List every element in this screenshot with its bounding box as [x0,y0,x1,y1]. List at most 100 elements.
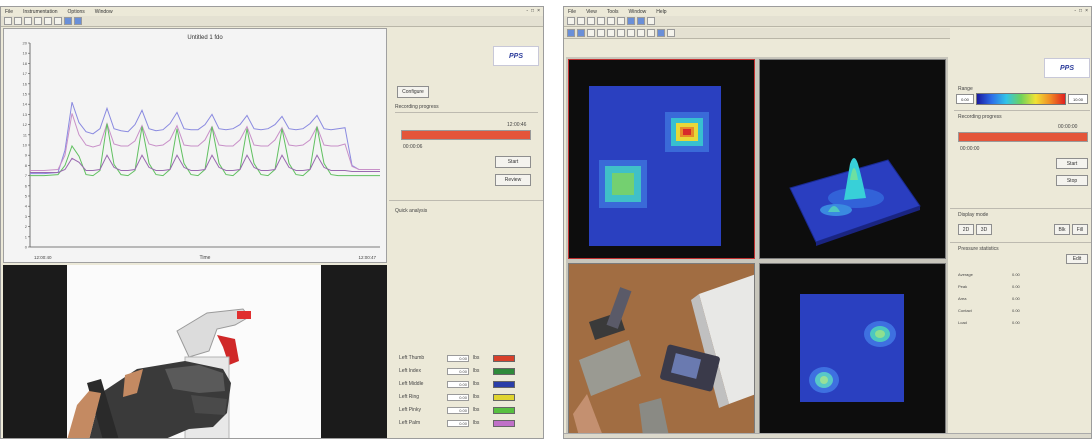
grid-icon[interactable] [627,29,635,37]
sensor-icon[interactable] [567,29,575,37]
block-button[interactable]: Blk [1054,224,1070,235]
maximize-button[interactable]: □ [1079,8,1082,14]
x-end-label: 12:00:47 [358,255,376,260]
progress-value: 12:00:46 [507,122,527,128]
left-sidebar: PPS Configure Recording progress 12:00:4… [389,28,543,438]
range-max-input[interactable]: 10.00 [1068,94,1088,104]
save-icon[interactable] [24,17,32,25]
camera-icon[interactable] [647,29,655,37]
start-button[interactable]: Start [495,156,531,168]
pps-logo: PPS [493,46,539,66]
menu-tools[interactable]: Tools [607,9,619,15]
new-file-icon[interactable] [567,17,575,25]
menu-help[interactable]: Help [656,9,666,15]
section-divider [954,110,1090,111]
save-icon[interactable] [587,17,595,25]
hand-with-spray-bottle-image [67,308,251,438]
y-tick-label: 4 [25,204,28,209]
y-tick-label: 3 [25,214,28,219]
mode-2d-button[interactable]: 2D [958,224,974,235]
play-icon[interactable] [637,17,645,25]
close-button[interactable]: × [1085,8,1088,14]
section-divider [395,112,538,113]
menu-instrumentation[interactable]: Instrumentation [23,9,57,15]
rotate-icon[interactable] [617,29,625,37]
channel-color-swatch[interactable] [493,419,515,427]
display-icon[interactable] [64,17,72,25]
channel-name: Left Thumb [399,355,425,361]
channel-value: 0.00 [447,380,469,388]
pencil-icon[interactable] [587,29,595,37]
y-tick-label: 1 [25,234,28,239]
line-chart-panel: Untitled 1 fdo 20 19 18 17 16 15 14 13 12 11 10 9 8 7 6… [3,28,387,263]
y-tick-label: 5 [25,194,28,199]
range-min-input[interactable]: 0.00 [956,94,974,104]
pressure-statistics-title: Pressure statistics [958,246,999,252]
fill-button[interactable]: Fill [1072,224,1088,235]
channel-name: Left Palm [399,420,421,426]
print-icon[interactable] [597,17,605,25]
record-icon[interactable] [627,17,635,25]
menu-file[interactable]: File [5,9,13,15]
zoom-out-icon[interactable] [607,29,615,37]
stop-icon[interactable] [647,17,655,25]
right-toolbar-1 [564,16,1091,27]
mode-3d-button[interactable]: 3D [976,224,992,235]
close-button[interactable]: × [537,8,540,14]
stat-label: Area [958,296,967,301]
stat-row: Peak 0.00 [958,284,1020,289]
edit-button[interactable]: Edit [1066,254,1088,264]
record-icon[interactable] [34,17,42,25]
channel-color-swatch[interactable] [493,393,515,401]
chart-icon[interactable] [74,17,82,25]
menu-window[interactable]: Window [95,9,113,15]
stat-value: 0.00 [1012,284,1020,289]
camera-view[interactable] [568,263,755,435]
pressure-map-2d [589,86,721,246]
channel-row: Left Middle 0.00 lbs [399,380,515,388]
y-tick-label: 19 [23,51,28,56]
configure-button[interactable]: Configure [397,86,429,98]
channel-name: Left Middle [399,381,424,387]
channel-value: 0.00 [447,354,469,362]
channel-color-swatch[interactable] [493,354,515,362]
channel-value: 0.00 [447,406,469,414]
y-tick-label: 0 [25,245,28,250]
right-menubar: File View Tools Window Help [564,7,1091,16]
review-button[interactable]: Review [495,174,531,186]
display-icon[interactable] [577,29,585,37]
channel-unit: lbs [473,407,480,413]
settings-icon[interactable] [667,29,675,37]
pressure-map-2d-view[interactable] [568,59,755,259]
minimize-button[interactable]: - [1074,8,1076,14]
copy-icon[interactable] [617,17,625,25]
channel-color-swatch[interactable] [493,367,515,375]
open-folder-icon[interactable] [14,17,22,25]
menu-view[interactable]: View [586,9,597,15]
channel-color-swatch[interactable] [493,406,515,414]
channel-row: Left Palm 0.00 lbs [399,419,515,427]
menu-file[interactable]: File [568,9,576,15]
start-button[interactable]: Start [1056,158,1088,169]
pressure-map-3d-view[interactable] [759,59,946,259]
open-folder-icon[interactable] [577,17,585,25]
sensor-icon[interactable] [54,17,62,25]
stat-label: Average [958,272,973,277]
settings-icon[interactable] [44,17,52,25]
stop-button[interactable]: Stop [1056,175,1088,186]
channel-row: Left Pinky 0.00 lbs [399,406,515,414]
line-chart: Untitled 1 fdo20191817161514131211109876… [23,35,380,261]
maximize-button[interactable]: □ [531,8,534,14]
stat-row: Area 0.00 [958,296,1020,301]
pressure-map-2d-view-alt[interactable] [759,263,946,435]
channel-color-swatch[interactable] [493,380,515,388]
cut-icon[interactable] [607,17,615,25]
menu-options[interactable]: Options [68,9,85,15]
right-app-window: File View Tools Window Help - □ × PPS Ra… [563,6,1092,439]
layout-icon[interactable] [637,29,645,37]
new-file-icon[interactable] [4,17,12,25]
minimize-button[interactable]: - [526,8,528,14]
menu-window[interactable]: Window [629,9,647,15]
zoom-in-icon[interactable] [597,29,605,37]
window-icon[interactable] [657,29,665,37]
